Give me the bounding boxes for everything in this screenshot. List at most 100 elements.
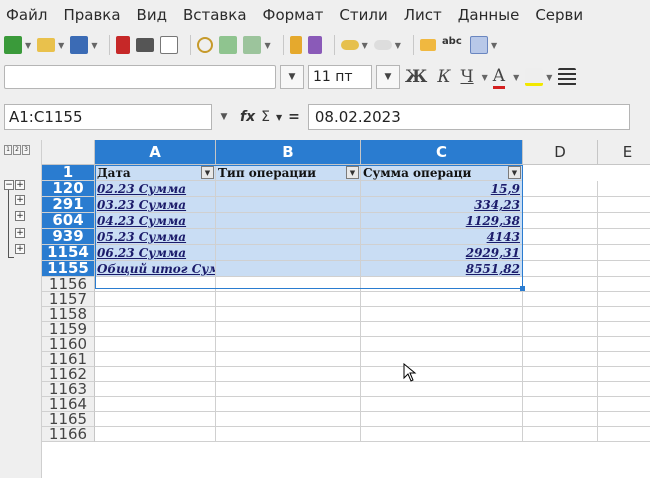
chevron-down-icon[interactable]: ▼ <box>482 73 488 82</box>
table-cell[interactable] <box>95 337 216 352</box>
align-left-icon[interactable] <box>558 68 577 86</box>
table-cell[interactable] <box>523 367 598 382</box>
table-cell[interactable] <box>361 277 523 292</box>
font-name-dropdown[interactable]: ▼ <box>280 65 304 89</box>
table-cell[interactable] <box>598 397 650 412</box>
expand-icon[interactable]: + <box>15 195 25 205</box>
underline-button[interactable]: Ч <box>460 67 473 87</box>
sum-icon[interactable]: Σ <box>261 109 270 125</box>
table-cell[interactable] <box>523 397 598 412</box>
chevron-down-icon[interactable]: ▼ <box>546 73 552 82</box>
table-cell[interactable] <box>361 427 523 442</box>
table-cell-type[interactable] <box>216 261 361 277</box>
font-color-button[interactable]: A <box>492 66 506 89</box>
find-replace-button[interactable] <box>419 39 436 51</box>
table-cell[interactable] <box>598 307 650 322</box>
autofilter-dropdown-icon[interactable]: ▼ <box>201 166 214 179</box>
table-cell[interactable] <box>598 261 650 277</box>
table-cell[interactable] <box>216 337 361 352</box>
table-cell[interactable] <box>598 412 650 427</box>
table-cell[interactable] <box>95 427 216 442</box>
italic-button[interactable]: К <box>437 67 450 87</box>
table-cell-amount[interactable]: 15,9 <box>361 181 523 197</box>
save-button[interactable]: ▼ <box>70 36 97 54</box>
table-cell[interactable] <box>361 307 523 322</box>
autofilter-dropdown-icon[interactable]: ▼ <box>508 166 521 179</box>
table-cell[interactable] <box>361 322 523 337</box>
table-cell[interactable] <box>523 245 598 261</box>
table-cell[interactable] <box>523 322 598 337</box>
column-header-a[interactable]: A <box>95 140 216 165</box>
table-cell[interactable] <box>95 322 216 337</box>
table-cell-date[interactable]: 04.23 Сумма <box>95 213 216 229</box>
font-size-input[interactable]: 11 пт <box>308 65 372 89</box>
name-box-dropdown[interactable]: ▼ <box>212 104 236 130</box>
table-cell[interactable] <box>216 397 361 412</box>
table-cell[interactable] <box>598 292 650 307</box>
table-cell[interactable] <box>598 197 650 213</box>
table-cell[interactable] <box>523 337 598 352</box>
menu-tools[interactable]: Серви <box>527 6 591 24</box>
print-preview-button[interactable] <box>160 36 179 54</box>
font-size-dropdown[interactable]: ▼ <box>376 65 400 89</box>
chevron-down-icon[interactable]: ▼ <box>276 113 282 122</box>
name-box[interactable]: A1:C1155 <box>4 104 212 130</box>
table-cell[interactable] <box>95 367 216 382</box>
autofill-handle[interactable] <box>520 286 525 291</box>
table-cell[interactable] <box>598 277 650 292</box>
table-cell[interactable] <box>523 292 598 307</box>
table-cell-type[interactable] <box>216 181 361 197</box>
table-cell[interactable] <box>598 382 650 397</box>
table-cell[interactable] <box>523 229 598 245</box>
table-cell[interactable] <box>598 352 650 367</box>
table-cell[interactable] <box>523 307 598 322</box>
column-header-b[interactable]: B <box>216 140 361 165</box>
chevron-down-icon[interactable]: ▼ <box>513 73 519 82</box>
outline-level-2[interactable]: 2 <box>13 145 21 155</box>
table-cell[interactable] <box>216 322 361 337</box>
spellcheck-button[interactable]: abc <box>442 36 464 54</box>
rows-button[interactable]: ▼ <box>469 36 497 54</box>
table-cell-amount[interactable]: 2929,31 <box>361 245 523 261</box>
table-cell[interactable] <box>95 382 216 397</box>
menu-file[interactable]: Файл <box>0 6 55 24</box>
cut-button[interactable] <box>197 37 214 53</box>
table-cell[interactable] <box>216 307 361 322</box>
table-cell[interactable] <box>523 427 598 442</box>
table-cell[interactable] <box>95 292 216 307</box>
font-name-input[interactable] <box>4 65 276 89</box>
bold-button[interactable]: Ж <box>405 67 427 87</box>
expand-icon[interactable]: + <box>15 180 25 190</box>
formula-equals-icon[interactable]: = <box>288 109 300 125</box>
menu-edit[interactable]: Правка <box>55 6 128 24</box>
table-cell-amount[interactable]: 8551,82 <box>361 261 523 277</box>
table-cell[interactable] <box>361 412 523 427</box>
table-cell[interactable] <box>523 261 598 277</box>
table-cell[interactable] <box>361 397 523 412</box>
table-cell[interactable] <box>361 352 523 367</box>
table-cell-amount[interactable]: 4143 <box>361 229 523 245</box>
table-cell[interactable] <box>361 337 523 352</box>
table-cell[interactable] <box>216 382 361 397</box>
open-button[interactable]: ▼ <box>37 38 64 52</box>
table-cell-date[interactable]: 05.23 Сумма <box>95 229 216 245</box>
table-cell-amount[interactable]: 1129,38 <box>361 213 523 229</box>
menu-view[interactable]: Вид <box>129 6 175 24</box>
table-cell-amount[interactable]: 334,23 <box>361 197 523 213</box>
expand-icon[interactable]: + <box>15 228 25 238</box>
table-cell[interactable] <box>95 277 216 292</box>
function-wizard-icon[interactable]: fx <box>240 109 255 125</box>
table-header-cell[interactable]: Тип операции ▼ <box>216 165 361 181</box>
table-cell[interactable] <box>598 367 650 382</box>
outline-level-3[interactable]: 3 <box>22 145 30 155</box>
table-cell-type[interactable] <box>216 197 361 213</box>
export-pdf-button[interactable] <box>116 36 131 54</box>
table-cell[interactable] <box>216 427 361 442</box>
table-cell[interactable] <box>95 412 216 427</box>
table-cell[interactable] <box>523 382 598 397</box>
column-header-c[interactable]: C <box>361 140 523 165</box>
menu-styles[interactable]: Стили <box>331 6 395 24</box>
table-cell[interactable] <box>361 292 523 307</box>
table-cell[interactable] <box>95 352 216 367</box>
table-cell[interactable] <box>216 277 361 292</box>
